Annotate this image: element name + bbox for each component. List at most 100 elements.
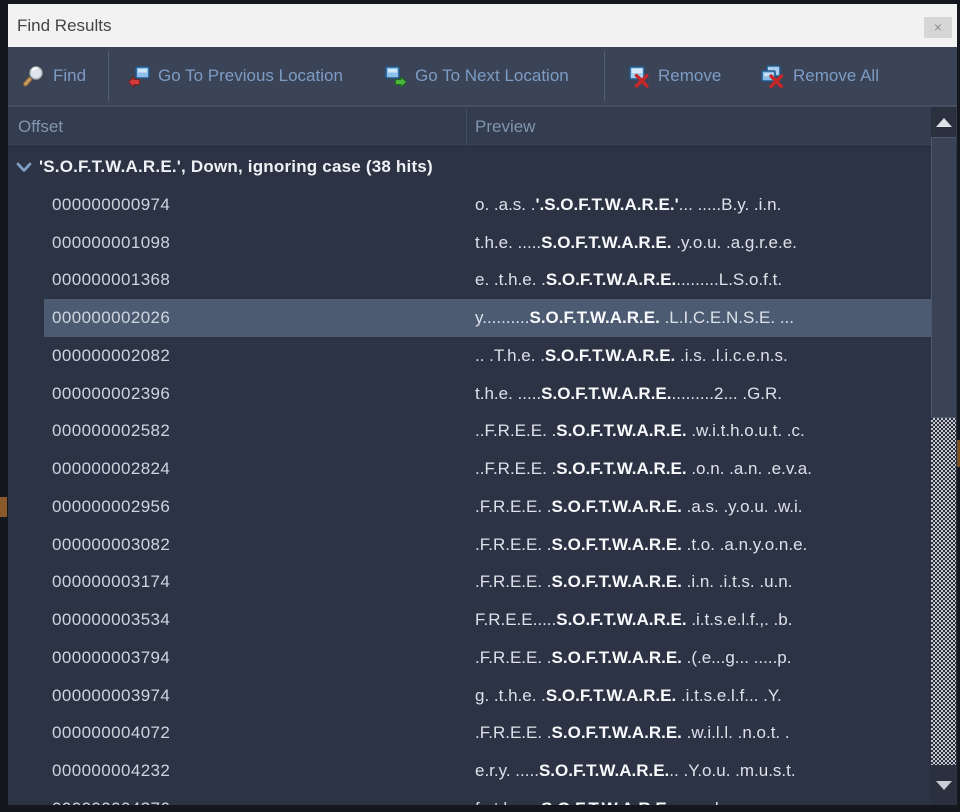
result-offset: 000000002956 (44, 497, 475, 517)
preview-pre-text: t.h.e. ..... (475, 233, 541, 252)
remove-all-button[interactable]: Remove All (760, 47, 879, 105)
scroll-up-button[interactable] (931, 107, 956, 137)
result-offset: 000000001368 (44, 270, 475, 290)
result-preview: .F.R.E.E. .S.O.F.T.W.A.R.E. .(.e...g... … (475, 648, 931, 668)
go-to-previous-location-label: Go To Previous Location (158, 66, 343, 86)
result-preview: .F.R.E.E. .S.O.F.T.W.A.R.E. .i.n. .i.t.s… (475, 572, 931, 592)
chevron-down-icon[interactable] (14, 158, 34, 176)
preview-pre-text: t.h.e. ..... (475, 384, 541, 403)
result-row[interactable]: 000000003974 g. .t.h.e. .S.O.F.T.W.A.R.E… (44, 677, 931, 715)
panel-title: Find Results (17, 4, 111, 47)
result-offset: 000000004376 (44, 799, 475, 805)
result-offset: 000000002396 (44, 384, 475, 404)
column-header-row: Offset Preview (8, 107, 957, 147)
result-preview: .F.R.E.E. .S.O.F.T.W.A.R.E. .a.s. .y.o.u… (475, 497, 931, 517)
go-to-next-location-button[interactable]: Go To Next Location (384, 47, 569, 105)
preview-post-text: ... .....B.y. .i.n. (679, 195, 782, 214)
result-row[interactable]: 000000002082 .. .T.h.e. .S.O.F.T.W.A.R.E… (44, 337, 931, 375)
preview-post-text: .w.i.t.h.o.u.t. .c. (687, 421, 805, 440)
result-group-header[interactable]: 'S.O.F.T.W.A.R.E.', Down, ignoring case … (8, 147, 957, 186)
result-preview: y..........S.O.F.T.W.A.R.E. .L.I.C.E.N.S… (475, 308, 931, 328)
scrollbar-thumb[interactable] (931, 137, 956, 418)
remove-button-label: Remove (658, 66, 721, 86)
result-preview: g. .t.h.e. .S.O.F.T.W.A.R.E. .i.t.s.e.l.… (475, 686, 931, 706)
result-offset: 000000000974 (44, 195, 475, 215)
preview-pre-text: ..F.R.E.E. . (475, 459, 556, 478)
preview-pre-text: .. .T.h.e. . (475, 346, 545, 365)
preview-match-text: S.O.F.T.W.A.R.E. (539, 761, 669, 780)
result-preview: F.R.E.E.....S.O.F.T.W.A.R.E. .i.t.s.e.l.… (475, 610, 931, 630)
result-row[interactable]: 000000002956 .F.R.E.E. .S.O.F.T.W.A.R.E.… (44, 488, 931, 526)
preview-post-text: .i.t.s.e.l.f... .Y. (676, 686, 782, 705)
magnifier-icon (22, 64, 46, 88)
preview-post-text: .i.n. .i.t.s. .u.n. (682, 572, 793, 591)
column-header-preview[interactable]: Preview (475, 107, 535, 146)
toolbar-separator (604, 51, 605, 101)
preview-post-text: .(.e...g... .....p. (682, 648, 792, 667)
result-offset: 000000003174 (44, 572, 475, 592)
titlebar[interactable]: Find Results × (8, 4, 957, 47)
preview-match-text: S.O.F.T.W.A.R.E. (541, 233, 671, 252)
result-preview: .. .T.h.e. .S.O.F.T.W.A.R.E. .i.s. .l.i.… (475, 346, 931, 366)
preview-match-text: S.O.F.T.W.A.R.E. (529, 308, 659, 327)
column-header-offset[interactable]: Offset (18, 107, 63, 146)
preview-match-text: S.O.F.T.W.A.R.E. (552, 648, 682, 667)
result-row[interactable]: 000000001368 e. .t.h.e. .S.O.F.T.W.A.R.E… (44, 262, 931, 300)
results-list: 'S.O.F.T.W.A.R.E.', Down, ignoring case … (8, 147, 957, 805)
vertical-scrollbar (931, 107, 956, 805)
result-offset: 000000004072 (44, 723, 475, 743)
preview-match-text: S.O.F.T.W.A.R.E. (552, 723, 682, 742)
preview-post-text: .........L.S.o.f.t. (676, 270, 782, 289)
preview-post-text: .t.o. .a.n.y.o.n.e. (682, 535, 807, 554)
find-button[interactable]: Find (22, 47, 86, 105)
goto-next-icon (384, 64, 408, 88)
result-offset: 000000003794 (44, 648, 475, 668)
find-results-panel: Find Results × Find (8, 4, 957, 805)
preview-post-text: .. .Y.o.u. .m.u.s.t. (669, 761, 795, 780)
result-preview: ..F.R.E.E. .S.O.F.T.W.A.R.E. .o.n. .a.n.… (475, 459, 931, 479)
preview-match-text: S.O.F.T.W.A.R.E. (556, 459, 686, 478)
preview-post-text: .i.t.s.e.l.f.,. .b. (687, 610, 793, 629)
result-offset: 000000003082 (44, 535, 475, 555)
close-button[interactable]: × (924, 17, 952, 38)
remove-all-button-label: Remove All (793, 66, 879, 86)
result-row[interactable]: 000000001098 t.h.e. .....S.O.F.T.W.A.R.E… (44, 224, 931, 262)
result-row[interactable]: 000000003534 F.R.E.E.....S.O.F.T.W.A.R.E… (44, 601, 931, 639)
preview-pre-text: ..F.R.E.E. . (475, 421, 556, 440)
result-row[interactable]: 000000003174 .F.R.E.E. .S.O.F.T.W.A.R.E.… (44, 564, 931, 602)
column-divider[interactable] (466, 109, 467, 145)
result-preview: f. .t.h.e. .S.O.F.T.W.A.R.E. .a.n.d. .a.… (475, 799, 931, 805)
result-row[interactable]: 000000003794 .F.R.E.E. .S.O.F.T.W.A.R.E.… (44, 639, 931, 677)
go-to-previous-location-button[interactable]: Go To Previous Location (127, 47, 343, 105)
preview-post-text: .L.I.C.E.N.S.E. ... (660, 308, 794, 327)
preview-match-text: '.S.O.F.T.W.A.R.E.' (535, 195, 678, 214)
preview-match-text: S.O.F.T.W.A.R.E. (552, 497, 682, 516)
result-preview: .F.R.E.E. .S.O.F.T.W.A.R.E. .w.i.l.l. .n… (475, 723, 931, 743)
result-row[interactable]: 000000004232 e.r.y. .....S.O.F.T.W.A.R.E… (44, 752, 931, 790)
result-row[interactable]: 000000003082 .F.R.E.E. .S.O.F.T.W.A.R.E.… (44, 526, 931, 564)
toolbar-separator (108, 51, 109, 101)
preview-match-text: S.O.F.T.W.A.R.E. (552, 535, 682, 554)
result-row[interactable]: 000000002582 ..F.R.E.E. .S.O.F.T.W.A.R.E… (44, 413, 931, 451)
result-row[interactable]: 000000000974 o. .a.s. .'.S.O.F.T.W.A.R.E… (44, 186, 931, 224)
result-row[interactable]: 000000004376 f. .t.h.e. .S.O.F.T.W.A.R.E… (44, 790, 931, 805)
result-row[interactable]: 000000004072 .F.R.E.E. .S.O.F.T.W.A.R.E.… (44, 715, 931, 753)
scrollbar-track[interactable] (931, 418, 956, 765)
preview-match-text: S.O.F.T.W.A.R.E. (556, 421, 686, 440)
preview-post-text: .........2... .G.R. (672, 384, 783, 403)
go-to-next-location-label: Go To Next Location (415, 66, 569, 86)
result-offset: 000000004232 (44, 761, 475, 781)
preview-post-text: .a.n.d. .a.n.y.o.n (672, 799, 797, 805)
preview-post-text: .w.i.l.l. .n.o.t. . (682, 723, 790, 742)
preview-pre-text: y.......... (475, 308, 529, 327)
scroll-up-arrow-icon (936, 118, 952, 127)
result-preview: o. .a.s. .'.S.O.F.T.W.A.R.E.'... .....B.… (475, 195, 931, 215)
result-preview: ..F.R.E.E. .S.O.F.T.W.A.R.E. .w.i.t.h.o.… (475, 421, 931, 441)
scroll-down-button[interactable] (931, 765, 956, 805)
remove-button[interactable]: Remove (627, 47, 721, 105)
preview-post-text: .a.s. .y.o.u. .w.i. (682, 497, 803, 516)
preview-match-text: S.O.F.T.W.A.R.E. (541, 799, 671, 805)
result-row[interactable]: 000000002396 t.h.e. .....S.O.F.T.W.A.R.E… (44, 375, 931, 413)
result-row[interactable]: 000000002824 ..F.R.E.E. .S.O.F.T.W.A.R.E… (44, 450, 931, 488)
result-row[interactable]: 000000002026 y..........S.O.F.T.W.A.R.E.… (44, 299, 931, 337)
